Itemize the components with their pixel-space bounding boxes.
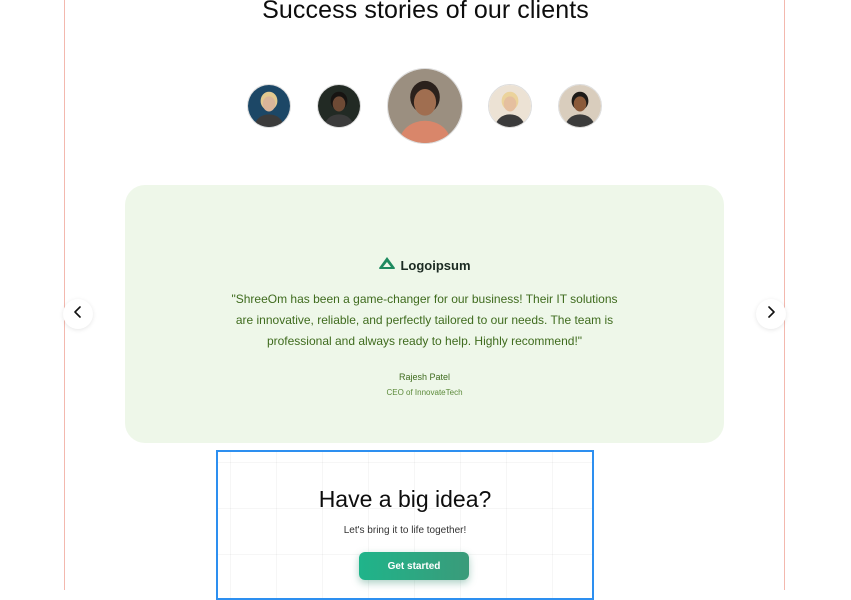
cta-subtitle: Let's bring it to life together! (343, 525, 467, 536)
client-avatar-5[interactable] (558, 84, 602, 128)
chevron-left-icon (73, 305, 83, 323)
avatar-photo (559, 85, 601, 127)
carousel-prev-button[interactable] (63, 299, 93, 329)
avatar-photo (388, 69, 462, 143)
logo-mountain-icon (378, 256, 396, 275)
quote-line: professional and always ready to help. H… (266, 334, 583, 348)
cta-title: Have a big idea? (318, 486, 492, 512)
cta-section: Have a big idea? Let's bring it to life … (216, 450, 594, 600)
chevron-right-icon (766, 305, 776, 323)
client-avatar-3[interactable] (387, 68, 463, 144)
section-title: Success stories of our clients (262, 0, 589, 24)
client-avatar-2[interactable] (317, 84, 361, 128)
client-avatar-4[interactable] (488, 84, 532, 128)
author-role: CEO of InnovateTech (386, 388, 463, 397)
logo-text: Logoipsum (400, 257, 471, 273)
client-avatar-strip (0, 66, 851, 146)
client-avatar-1[interactable] (247, 84, 291, 128)
quote-line: are innovative, reliable, and perfectly … (235, 313, 614, 327)
testimonial-quote: "ShreeOm has been a game-changer for our… (215, 289, 634, 352)
avatar-photo (489, 85, 531, 127)
author-name: Rajesh Patel (398, 372, 451, 382)
carousel-next-button[interactable] (756, 299, 786, 329)
company-logo: Logoipsum (125, 255, 724, 275)
avatar-photo (248, 85, 290, 127)
get-started-button[interactable]: Get started (359, 552, 469, 580)
quote-line: "ShreeOm has been a game-changer for our… (231, 292, 618, 306)
testimonial-card: Logoipsum "ShreeOm has been a game-chang… (125, 185, 724, 443)
avatar-photo (318, 85, 360, 127)
